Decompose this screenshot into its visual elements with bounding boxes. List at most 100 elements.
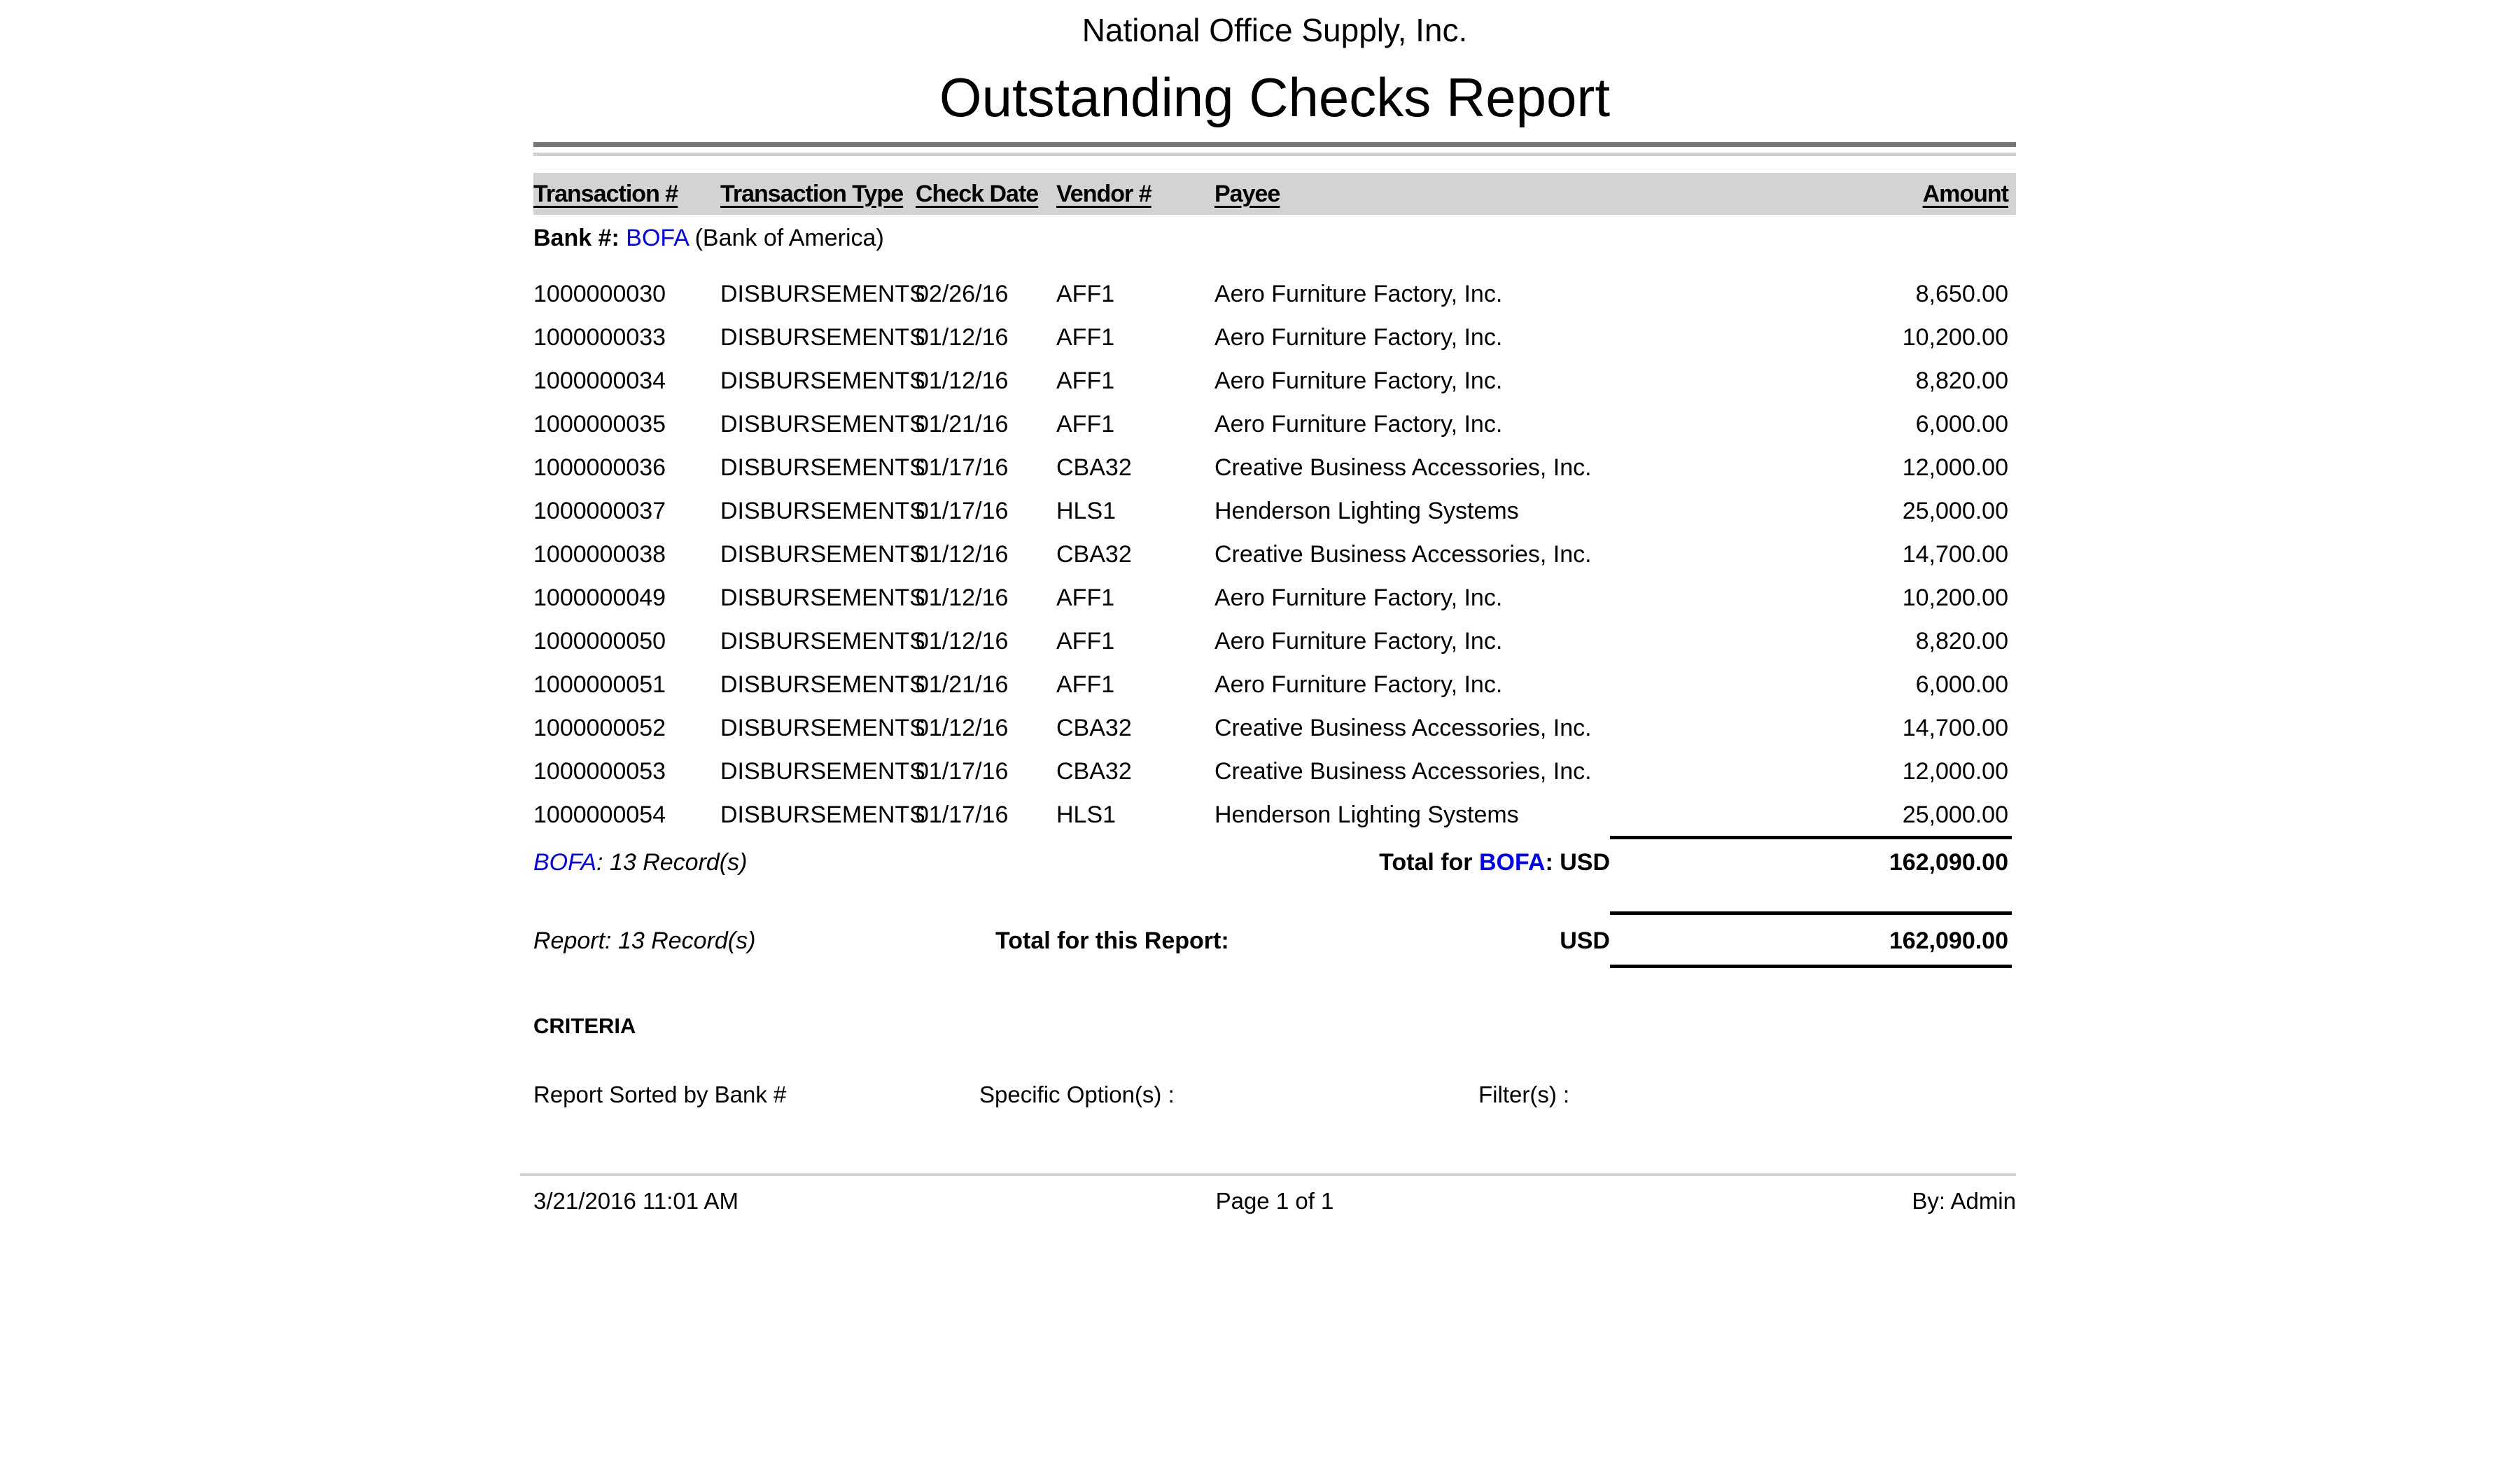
table-row: 1000000051DISBURSEMENTS01/21/16AFF1Aero … <box>533 663 2016 706</box>
bank-total-currency-text: : USD <box>1545 849 1610 876</box>
column-header-transaction-label: Transaction # <box>533 181 678 207</box>
cell-transaction: 1000000033 <box>533 316 720 359</box>
cell-date: 01/17/16 <box>916 750 1056 793</box>
cell-date: 01/12/16 <box>916 576 1056 620</box>
cell-payee: Creative Business Accessories, Inc. <box>1214 750 1666 793</box>
column-header-vendor-label: Vendor # <box>1056 181 1152 207</box>
cell-payee: Aero Furniture Factory, Inc. <box>1214 272 1666 316</box>
bank-code-link[interactable]: BOFA <box>626 225 688 251</box>
page-footer: 3/21/2016 11:01 AM Page 1 of 1 By: Admin <box>533 1186 2016 1217</box>
table-row: 1000000034DISBURSEMENTS01/12/16AFF1Aero … <box>533 359 2016 402</box>
cell-type: DISBURSEMENTS <box>720 402 916 446</box>
report-total-currency: USD <box>1560 921 1610 960</box>
bank-record-count-text: : 13 Record(s) <box>596 849 747 876</box>
cell-transaction: 1000000049 <box>533 576 720 620</box>
column-header-transaction: Transaction # <box>533 173 720 215</box>
column-header-vendor: Vendor # <box>1056 173 1214 215</box>
cell-date: 01/21/16 <box>916 402 1056 446</box>
cell-vendor: AFF1 <box>1056 620 1214 663</box>
cell-vendor: AFF1 <box>1056 272 1214 316</box>
bank-code-link[interactable]: BOFA <box>1479 849 1545 876</box>
title-rule-light <box>533 153 2016 156</box>
cell-payee: Henderson Lighting Systems <box>1214 793 1666 836</box>
cell-transaction: 1000000050 <box>533 620 720 663</box>
cell-amount: 14,700.00 <box>1666 706 2016 750</box>
cell-date: 02/26/16 <box>916 272 1056 316</box>
column-header-type: Transaction Type <box>720 173 916 215</box>
bank-total-amount: 162,090.00 <box>1889 843 2008 882</box>
report-title: Outstanding Checks Report <box>533 70 2016 125</box>
cell-payee: Aero Furniture Factory, Inc. <box>1214 316 1666 359</box>
criteria-specific-options-label: Specific Option(s) : <box>979 1079 1175 1110</box>
column-header-amount-label: Amount <box>1923 181 2008 207</box>
cell-payee: Creative Business Accessories, Inc. <box>1214 533 1666 576</box>
bank-group-header: Bank #: BOFA (Bank of America) <box>533 223 884 253</box>
cell-date: 01/17/16 <box>916 446 1056 489</box>
cell-type: DISBURSEMENTS <box>720 663 916 706</box>
table-row: 1000000035DISBURSEMENTS01/21/16AFF1Aero … <box>533 402 2016 446</box>
criteria-sorted-by: Report Sorted by Bank # <box>533 1079 786 1110</box>
cell-vendor: AFF1 <box>1056 663 1214 706</box>
cell-date: 01/12/16 <box>916 706 1056 750</box>
table-row: 1000000038DISBURSEMENTS01/12/16CBA32Crea… <box>533 533 2016 576</box>
column-header-check-date: Check Date <box>916 173 1056 215</box>
cell-date: 01/12/16 <box>916 359 1056 402</box>
cell-type: DISBURSEMENTS <box>720 793 916 836</box>
table-header-row: Transaction # Transaction Type Check Dat… <box>533 173 2016 215</box>
column-header-type-label: Transaction Type <box>720 181 903 207</box>
criteria-filters-label: Filter(s) : <box>1478 1079 1569 1110</box>
cell-transaction: 1000000034 <box>533 359 720 402</box>
report-total-rule-bottom <box>1610 965 2012 968</box>
report-total-rule-top <box>1610 911 2012 915</box>
report-total-row: Report: 13 Record(s) Total for this Repo… <box>533 921 2016 960</box>
bank-group-total-row: BOFA: 13 Record(s) Total for BOFA: USD 1… <box>533 843 2016 882</box>
cell-transaction: 1000000051 <box>533 663 720 706</box>
cell-vendor: CBA32 <box>1056 446 1214 489</box>
report-record-count: Report: 13 Record(s) <box>533 921 755 960</box>
column-header-payee: Payee <box>1214 173 1666 215</box>
cell-date: 01/21/16 <box>916 663 1056 706</box>
cell-date: 01/12/16 <box>916 620 1056 663</box>
cell-vendor: AFF1 <box>1056 402 1214 446</box>
cell-amount: 8,650.00 <box>1666 272 2016 316</box>
cell-date: 01/12/16 <box>916 316 1056 359</box>
cell-type: DISBURSEMENTS <box>720 706 916 750</box>
cell-type: DISBURSEMENTS <box>720 533 916 576</box>
bank-name: (Bank of America) <box>695 225 884 251</box>
footer-divider <box>520 1173 2016 1176</box>
bank-total-rule <box>1610 836 2012 839</box>
cell-amount: 6,000.00 <box>1666 402 2016 446</box>
cell-type: DISBURSEMENTS <box>720 272 916 316</box>
cell-amount: 12,000.00 <box>1666 750 2016 793</box>
table-row: 1000000030DISBURSEMENTS02/26/16AFF1Aero … <box>533 272 2016 316</box>
table-row: 1000000036DISBURSEMENTS01/17/16CBA32Crea… <box>533 446 2016 489</box>
footer-generated-by: By: Admin <box>1912 1186 2016 1217</box>
cell-payee: Henderson Lighting Systems <box>1214 489 1666 533</box>
cell-amount: 25,000.00 <box>1666 489 2016 533</box>
cell-payee: Aero Furniture Factory, Inc. <box>1214 663 1666 706</box>
title-rule-dark <box>533 142 2016 147</box>
criteria-heading: CRITERIA <box>533 1014 636 1039</box>
cell-vendor: AFF1 <box>1056 316 1214 359</box>
table-row: 1000000033DISBURSEMENTS01/12/16AFF1Aero … <box>533 316 2016 359</box>
cell-payee: Aero Furniture Factory, Inc. <box>1214 359 1666 402</box>
cell-type: DISBURSEMENTS <box>720 446 916 489</box>
cell-vendor: CBA32 <box>1056 750 1214 793</box>
cell-type: DISBURSEMENTS <box>720 316 916 359</box>
cell-transaction: 1000000054 <box>533 793 720 836</box>
cell-amount: 10,200.00 <box>1666 316 2016 359</box>
cell-payee: Aero Furniture Factory, Inc. <box>1214 620 1666 663</box>
cell-amount: 12,000.00 <box>1666 446 2016 489</box>
table-row: 1000000037DISBURSEMENTS01/17/16HLS1Hende… <box>533 489 2016 533</box>
cell-date: 01/12/16 <box>916 533 1056 576</box>
cell-vendor: AFF1 <box>1056 576 1214 620</box>
bank-record-count: BOFA: 13 Record(s) <box>533 843 747 882</box>
total-for-text: Total for <box>1379 849 1479 876</box>
column-header-payee-label: Payee <box>1214 181 1280 207</box>
bank-code-link[interactable]: BOFA <box>533 849 596 876</box>
table-row: 1000000054DISBURSEMENTS01/17/16HLS1Hende… <box>533 793 2016 836</box>
cell-vendor: AFF1 <box>1056 359 1214 402</box>
cell-type: DISBURSEMENTS <box>720 620 916 663</box>
cell-payee: Creative Business Accessories, Inc. <box>1214 706 1666 750</box>
cell-payee: Aero Furniture Factory, Inc. <box>1214 402 1666 446</box>
